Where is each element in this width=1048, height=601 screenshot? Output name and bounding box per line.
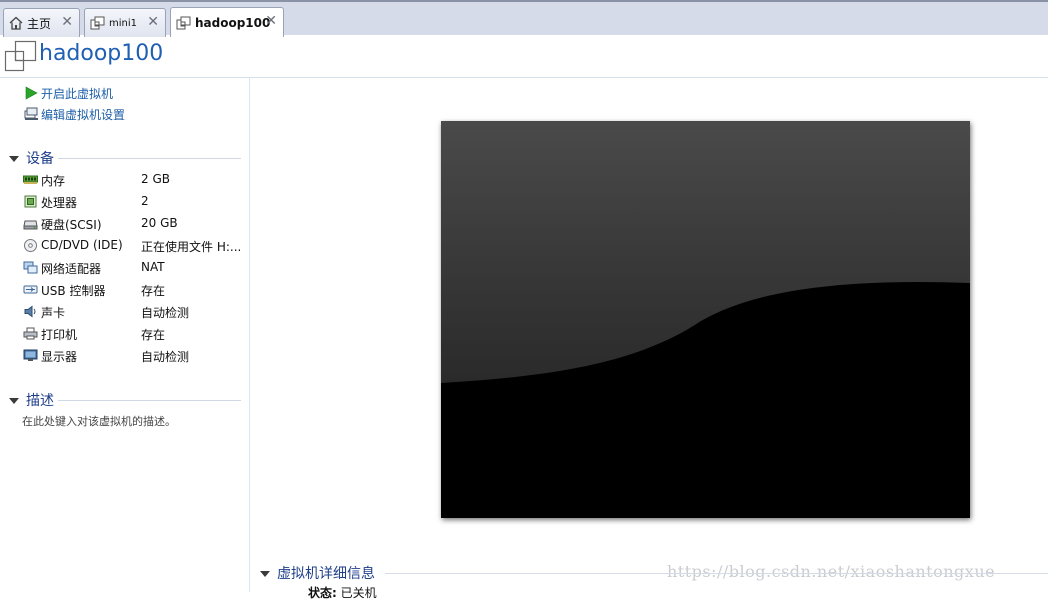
edit-settings-label: 编辑虚拟机设置 <box>41 107 126 122</box>
device-value: 存在 <box>141 328 166 342</box>
device-value: NAT <box>141 260 165 274</box>
device-name: 网络适配器 <box>41 262 102 276</box>
divider <box>385 573 1048 574</box>
network-adapter-icon <box>23 261 38 274</box>
home-icon <box>9 16 23 30</box>
device-row-sound-card[interactable]: 声卡 自动检测 <box>22 302 247 322</box>
collapse-triangle-icon <box>260 570 270 577</box>
processor-icon <box>24 195 37 208</box>
watermark: https://blog.csdn.net/xiaoshantongxue <box>667 562 996 581</box>
device-row-memory[interactable]: 内存 2 GB <box>22 170 247 190</box>
tab-hadoop100[interactable]: hadoop100 ✕ <box>170 7 284 37</box>
description-placeholder[interactable]: 在此处键入对该虚拟机的描述。 <box>22 413 176 429</box>
device-row-usb[interactable]: USB 控制器 存在 <box>22 280 247 300</box>
devices-section-header[interactable]: 设备 <box>9 149 54 167</box>
printer-icon <box>23 327 38 340</box>
vm-icon <box>90 16 105 30</box>
power-on-link[interactable]: 开启此虚拟机 <box>24 84 113 102</box>
device-name: 声卡 <box>41 306 66 320</box>
tab-hadoop100-label: hadoop100 <box>195 15 271 30</box>
device-value: 自动检测 <box>141 306 190 320</box>
divider <box>58 400 241 401</box>
device-value: 2 <box>141 194 149 208</box>
vm-preview-thumbnail[interactable] <box>441 121 970 518</box>
device-name: 显示器 <box>41 350 78 364</box>
description-section-title: 描述 <box>26 393 54 409</box>
divider <box>249 78 250 592</box>
device-name: 内存 <box>41 174 66 188</box>
device-value: 正在使用文件 H:... <box>141 240 241 254</box>
cd-dvd-icon <box>24 239 37 252</box>
device-row-cd-dvd[interactable]: CD/DVD (IDE) 正在使用文件 H:... <box>22 236 247 256</box>
page-title: hadoop100 <box>39 41 164 66</box>
tab-home[interactable]: 主页 ✕ <box>3 8 80 37</box>
vm-details-section-title: 虚拟机详细信息 <box>277 566 375 582</box>
device-row-hard-disk[interactable]: 硬盘(SCSI) 20 GB <box>22 214 247 234</box>
tab-home-label: 主页 <box>27 16 52 31</box>
hard-disk-icon <box>23 220 38 230</box>
divider <box>58 158 241 159</box>
status-label: 状态: <box>308 586 337 600</box>
power-on-label: 开启此虚拟机 <box>41 86 114 101</box>
device-value: 自动检测 <box>141 350 190 364</box>
device-name: CD/DVD (IDE) <box>41 238 123 252</box>
device-name: 打印机 <box>41 328 78 342</box>
close-icon[interactable]: ✕ <box>147 14 159 30</box>
close-icon[interactable]: ✕ <box>61 14 73 30</box>
status-value: 已关机 <box>340 586 377 600</box>
tab-mini1-label: mini1 <box>109 17 137 29</box>
usb-icon <box>23 285 38 294</box>
device-name: USB 控制器 <box>41 284 106 298</box>
device-value: 20 GB <box>141 216 178 230</box>
edit-settings-icon <box>24 107 38 121</box>
edit-settings-link[interactable]: 编辑虚拟机设置 <box>24 105 125 123</box>
device-row-display[interactable]: 显示器 自动检测 <box>22 346 247 366</box>
device-value: 2 GB <box>141 172 170 186</box>
display-icon <box>23 349 38 361</box>
vm-icon <box>176 16 191 29</box>
close-icon[interactable]: ✕ <box>265 13 277 29</box>
device-row-printer[interactable]: 打印机 存在 <box>22 324 247 344</box>
device-name: 处理器 <box>41 196 78 210</box>
sound-card-icon <box>24 305 36 318</box>
device-name: 硬盘(SCSI) <box>41 218 102 232</box>
device-row-network-adapter[interactable]: 网络适配器 NAT <box>22 258 247 278</box>
device-value: 存在 <box>141 284 166 298</box>
vm-details-section-header[interactable]: 虚拟机详细信息 <box>260 564 375 582</box>
vm-icon <box>4 40 37 72</box>
tab-mini1[interactable]: mini1 ✕ <box>84 8 166 37</box>
description-section-header[interactable]: 描述 <box>9 391 54 409</box>
divider <box>0 77 1048 78</box>
tab-bar: 主页 ✕ mini1 ✕ hadoop100 ✕ <box>0 0 1048 37</box>
collapse-triangle-icon <box>9 397 19 404</box>
device-row-processor[interactable]: 处理器 2 <box>22 192 247 212</box>
collapse-triangle-icon <box>9 155 19 162</box>
play-icon <box>24 86 38 100</box>
devices-section-title: 设备 <box>26 151 54 167</box>
vm-status: 状态: 已关机 <box>308 584 377 601</box>
memory-icon <box>23 175 38 184</box>
